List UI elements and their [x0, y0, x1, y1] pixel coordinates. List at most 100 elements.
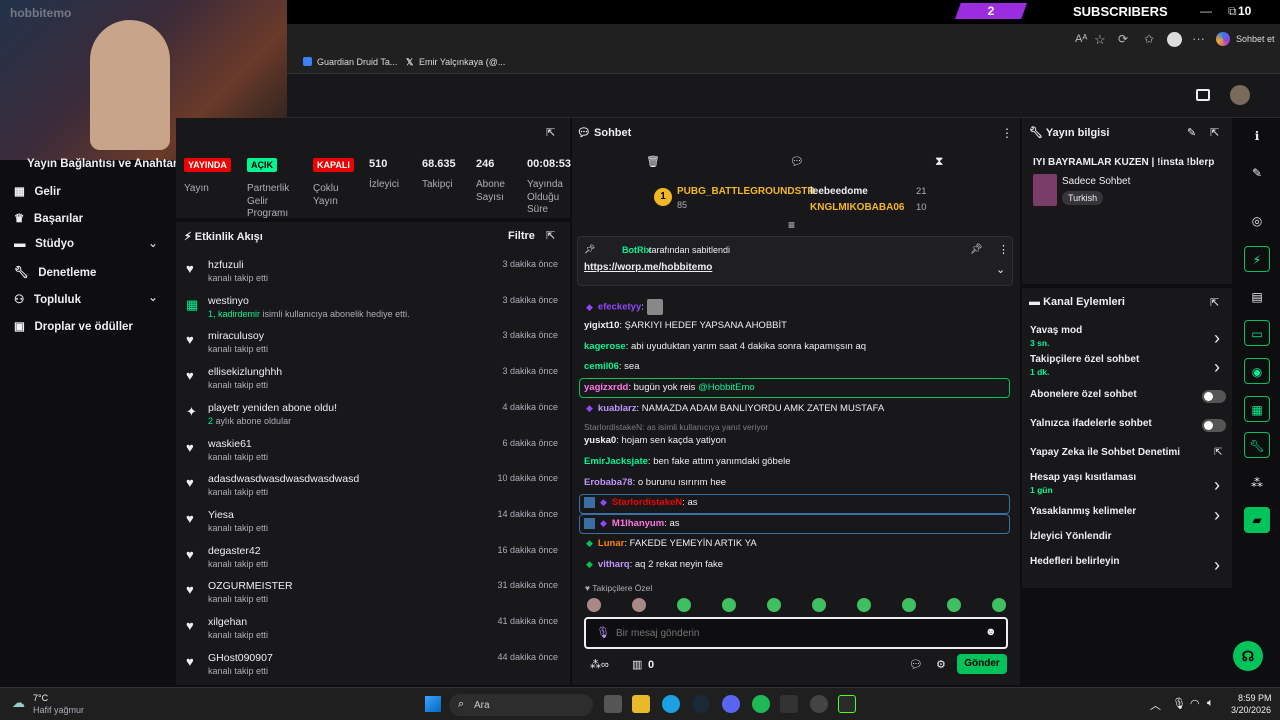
feed-item[interactable]: ♥ waskie61 kanalı takip etti 6 dakika önce — [186, 438, 561, 472]
kick-icon[interactable] — [838, 695, 856, 713]
chevron-right-icon[interactable]: › — [1214, 475, 1220, 496]
action-2[interactable]: Abonelere özel sohbet — [1030, 389, 1137, 400]
emote-icon[interactable] — [677, 598, 691, 612]
feed-item-name[interactable]: westinyo — [208, 295, 249, 307]
support-icon[interactable]: ☊ — [1233, 641, 1263, 671]
popout-icon[interactable]: ⇱ — [546, 126, 555, 139]
pen-icon[interactable]: ✎ — [1244, 160, 1270, 186]
wrench-rail-icon[interactable]: 🔧︎ — [1244, 432, 1270, 458]
app-icon[interactable] — [780, 695, 798, 713]
edit-icon[interactable]: ✎ — [1187, 126, 1196, 139]
chevron-down-icon[interactable]: ⌄ — [148, 236, 158, 250]
nav-community[interactable]: ⚇ Topluluk — [14, 292, 81, 306]
cc-icon[interactable] — [1196, 89, 1210, 101]
emote-icon[interactable] — [812, 598, 826, 612]
leader-first[interactable]: PUBG_BATTLEGROUNDSTR — [677, 186, 815, 197]
edge-icon[interactable] — [662, 695, 680, 713]
toggle-switch[interactable] — [1202, 390, 1226, 403]
taskbar-search[interactable] — [449, 694, 593, 716]
gift-icon[interactable]: ▥ — [632, 658, 642, 671]
feed-item[interactable]: ♥ Yiesa kanalı takip etti 14 dakika önce — [186, 509, 561, 543]
chat-menu-icon[interactable]: ⋮ — [1001, 126, 1013, 140]
emote-icon[interactable] — [632, 598, 646, 612]
chat-username[interactable]: StarlordistakeN — [612, 497, 682, 508]
windows-start-icon[interactable] — [425, 696, 441, 712]
emote-icon[interactable] — [992, 598, 1006, 612]
nav-achievements[interactable]: ♛ Başarılar — [14, 211, 83, 225]
chat-username[interactable]: M1lhanyum — [612, 518, 664, 529]
feed-item[interactable]: ♥ hzfuzuli kanalı takip etti 3 dakika önce — [186, 259, 561, 293]
nodes-icon[interactable]: ⁂ — [1244, 470, 1270, 496]
chevron-up-icon[interactable]: ︿ — [1150, 697, 1161, 713]
profile-icon[interactable] — [1167, 32, 1182, 47]
feed-item-name[interactable]: ellisekizlunghhh — [208, 366, 282, 378]
channel-points-icon[interactable]: ⁂∞ — [590, 658, 609, 671]
action-4[interactable]: Yapay Zeka ile Sohbet Denetimi — [1030, 447, 1180, 458]
camera-icon[interactable]: ◎ — [1244, 208, 1270, 234]
emote-icon[interactable] — [947, 598, 961, 612]
message-icon[interactable]: 💬︎ — [790, 155, 804, 168]
copilot-icon[interactable] — [1216, 32, 1230, 46]
feed-item-name[interactable]: hzfuzuli — [208, 259, 244, 271]
gear-icon[interactable]: ⚙︎ — [936, 658, 946, 671]
chat-username[interactable]: efecketyy — [598, 302, 641, 313]
emote-icon[interactable] — [722, 598, 736, 612]
clock-time[interactable]: 8:59 PM — [1238, 693, 1272, 703]
nav-studio[interactable]: ▬ Stüdyo — [14, 238, 74, 250]
category-thumbnail[interactable] — [1033, 174, 1057, 206]
chat-rail-icon[interactable]: ▭ — [1244, 320, 1270, 346]
emoji-icon[interactable]: ☻ — [985, 626, 997, 638]
task-view-icon[interactable] — [604, 695, 622, 713]
chat-username[interactable]: yigixt10 — [584, 320, 619, 331]
microphone-icon[interactable]: 🎙︎ — [596, 626, 610, 639]
lightning-rail-icon[interactable]: ⚡︎ — [1244, 246, 1270, 272]
info-icon[interactable]: ℹ — [1244, 123, 1270, 149]
volume-icon[interactable]: 🔈︎ — [1207, 697, 1214, 710]
pinned-by-user[interactable]: BotRix — [622, 245, 651, 255]
feed-item[interactable]: ♥ ellisekizlunghhh kanalı takip etti 3 daki… — [186, 366, 561, 400]
action-5[interactable]: Hesap yaşı kısıtlaması — [1030, 472, 1136, 483]
obs-icon[interactable] — [810, 695, 828, 713]
hourglass-icon[interactable]: ⧗ — [935, 154, 943, 169]
document-icon[interactable]: ▤ — [1244, 284, 1270, 310]
chat-input[interactable] — [616, 624, 966, 642]
weather-temp[interactable]: 7°C — [33, 693, 48, 703]
feed-item-name[interactable]: OZGURMEISTER — [208, 580, 293, 592]
feed-item[interactable]: ▦ westinyo 1, kadirdemir isimli kullanıcıy… — [186, 295, 561, 329]
nav-moderation[interactable]: 🔧︎ Denetleme — [14, 265, 96, 279]
toggle-switch[interactable] — [1202, 419, 1226, 432]
more-options-icon[interactable]: ··· — [1192, 31, 1205, 46]
action-0[interactable]: Yavaş mod — [1030, 325, 1082, 336]
send-button[interactable]: Gönder — [957, 654, 1007, 674]
chevron-right-icon[interactable]: › — [1214, 505, 1220, 526]
nav-revenue[interactable]: ▦ Gelir — [14, 184, 61, 198]
discord-icon[interactable] — [722, 695, 740, 713]
feed-item-name[interactable]: GHost090907 — [208, 652, 273, 664]
feed-filter-button[interactable]: Filtre — [508, 230, 535, 242]
popout-icon[interactable]: ⇱ — [1210, 296, 1219, 309]
feed-item-name[interactable]: degaster42 — [208, 545, 261, 557]
read-aloud-icon[interactable]: Aᴬ — [1075, 33, 1087, 45]
chat-settings-bubble-icon[interactable]: 💬︎ — [909, 658, 923, 671]
feed-item[interactable]: ♥ GHost090907 kanalı takip etti 44 dakika ö… — [186, 652, 561, 686]
chat-username[interactable]: EmirJacksjate — [584, 456, 648, 467]
chat-username[interactable]: kagerose — [584, 341, 626, 352]
chat-button[interactable]: Sohbet et — [1236, 34, 1275, 44]
nav-drops[interactable]: ▣ Droplar ve ödüller — [14, 319, 133, 333]
restore-button[interactable]: ⧉ — [1228, 4, 1237, 19]
chat-username[interactable]: yagizxrdd — [584, 382, 628, 393]
feed-item[interactable]: ♥ OZGURMEISTER kanalı takip etti 31 dakika … — [186, 580, 561, 614]
chat-username[interactable]: Lunar — [598, 538, 624, 549]
pinned-menu-icon[interactable]: ⋮ — [998, 243, 1009, 256]
feed-item-name[interactable]: xilgehan — [208, 616, 247, 628]
chat-username[interactable]: cemil06 — [584, 361, 619, 372]
chevron-right-icon[interactable]: › — [1214, 328, 1220, 349]
chat-username[interactable]: yuska0 — [584, 435, 616, 446]
action-6[interactable]: Yasaklanmış kelimeler — [1030, 506, 1136, 517]
chat-username[interactable]: kuablarz — [598, 403, 637, 414]
chat-username[interactable]: vitharq — [598, 559, 630, 570]
mic-tray-icon[interactable]: 🎙︎ — [1172, 697, 1186, 710]
extensions-icon[interactable]: ⟳ — [1118, 32, 1128, 46]
action-8[interactable]: Hedefleri belirleyin — [1030, 556, 1119, 567]
unpin-icon[interactable]: 📌︎ — [970, 244, 983, 255]
